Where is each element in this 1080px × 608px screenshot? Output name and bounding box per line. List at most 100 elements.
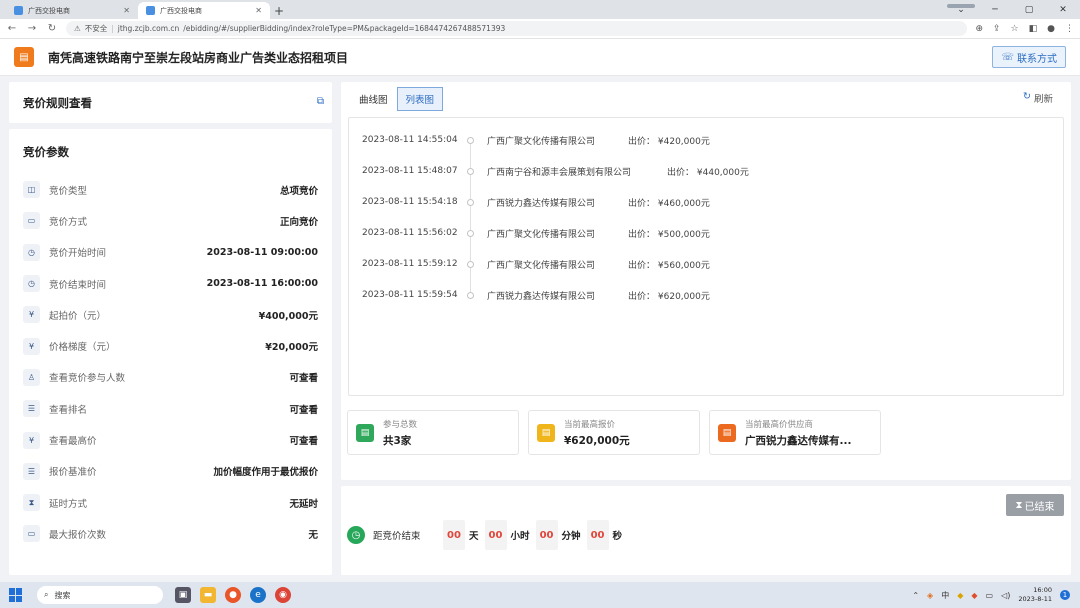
windows-taskbar: ⌕ 搜索 ▣ ▬ ● e ◉ ⌃ ◈ 中 ◆ ◆ ▭ ◁) 16:00 2023… <box>0 582 1080 608</box>
countdown-days-unit: 天 <box>469 531 479 542</box>
bid-timeline: 2023-08-11 14:55:04 广西广聚文化传播有限公司 出价： ¥420,… <box>348 117 1064 396</box>
stat-label: 当前最高价供应商 <box>745 419 814 430</box>
param-value: 2023-08-11 09:00:00 <box>206 246 318 258</box>
bid-company: 广西广聚文化传播有限公司 <box>487 136 596 147</box>
bid-record: 2023-08-11 15:48:07 广西南宁谷和源丰会展策划有限公司 出价： ¥… <box>349 164 1049 178</box>
volume-icon[interactable]: ◁) <box>1001 591 1010 600</box>
file-explorer-icon[interactable]: ▬ <box>200 587 216 603</box>
tag-icon: ◫ <box>23 181 40 199</box>
taskbar-clock[interactable]: 16:00 2023-8-11 <box>1018 586 1052 604</box>
param-value: 正向竞价 <box>279 216 318 228</box>
task-view-icon[interactable]: ▣ <box>175 587 191 603</box>
close-window-button[interactable]: ✕ <box>1046 0 1080 19</box>
bid-time: 2023-08-11 15:59:12 <box>362 259 458 269</box>
bid-record: 2023-08-11 15:59:12 广西广聚文化传播有限公司 出价： ¥560,… <box>349 257 1049 271</box>
param-row: ◷ 竞价结束时间 2023-08-11 16:00:00 <box>23 268 318 299</box>
countdown-hours-unit: 小时 <box>510 531 530 542</box>
contact-button[interactable]: ☏ 联系方式 <box>992 46 1066 68</box>
stat-value: 共3家 <box>383 434 412 447</box>
hourglass-icon: ⧗ <box>1015 499 1023 511</box>
reload-icon[interactable]: ↻ <box>46 23 58 34</box>
back-arrow-icon[interactable]: ← <box>6 23 18 34</box>
app-tray-icon[interactable]: ◈ <box>927 591 933 600</box>
chrome-icon[interactable]: ◉ <box>275 587 291 603</box>
bid-price: 出价： ¥440,000元 <box>667 165 749 178</box>
bid-price-label: 出价： <box>667 167 695 178</box>
param-label: 查看竞价参与人数 <box>49 373 126 385</box>
bid-company: 广西锐力鑫达传媒有限公司 <box>487 198 596 209</box>
param-row: ♙ 查看竞价参与人数 可查看 <box>23 362 318 393</box>
param-label: 查看排名 <box>49 404 88 416</box>
new-tab-button[interactable]: + <box>270 2 288 19</box>
menu-icon[interactable]: ⋮ <box>1065 24 1074 34</box>
param-label: 延时方式 <box>49 498 88 510</box>
params-panel: 竞价参数 ◫ 竞价类型 总项竞价 ▭ 竞价方式 正向竞价 ◷ 竞价开始时间 2023-08-11… <box>9 129 332 575</box>
param-row: ¥ 起拍价（元） ¥400,000元 <box>23 299 318 330</box>
tab-search-button[interactable]: ⌄ <box>944 0 978 19</box>
bookmark-star-icon[interactable]: ☆ <box>1011 24 1019 34</box>
stat-text: 参与总数 共3家 <box>383 418 417 448</box>
windows-start-icon[interactable] <box>9 588 23 602</box>
bid-time: 2023-08-11 14:55:04 <box>362 135 458 145</box>
yen-icon: ¥ <box>23 337 40 355</box>
site-favicon-icon <box>146 6 155 15</box>
bid-record: 2023-08-11 15:59:54 广西锐力鑫达传媒有限公司 出价： ¥620,… <box>349 288 1049 302</box>
timeline-dot <box>467 260 474 268</box>
ime-indicator[interactable]: 中 <box>941 590 949 601</box>
refresh-button[interactable]: ↻ 刷新 <box>1023 91 1053 105</box>
firefox-icon[interactable]: ● <box>225 587 241 603</box>
close-tab-icon[interactable]: ✕ <box>123 6 130 15</box>
yen-icon: ¥ <box>23 306 40 324</box>
bid-time: 2023-08-11 15:54:18 <box>362 197 458 207</box>
tab-list-chart[interactable]: 列表图 <box>396 87 444 111</box>
bid-company: 广西广聚文化传播有限公司 <box>487 260 596 271</box>
param-label: 竞价开始时间 <box>49 248 107 260</box>
chevron-up-icon[interactable]: ⌃ <box>912 591 919 600</box>
browser-tab[interactable]: 广西交投电商 ✕ <box>6 2 138 19</box>
stat-card: ▤ 当前最高价供应商 广西锐力鑫达传媒有... <box>709 410 881 455</box>
minimize-button[interactable]: ─ <box>978 0 1012 19</box>
param-list: ◫ 竞价类型 总项竞价 ▭ 竞价方式 正向竞价 ◷ 竞价开始时间 2023-08-11 09:0… <box>23 174 318 550</box>
countdown-hours: 00 <box>484 520 507 550</box>
page-title: 南凭高速铁路南宁至崇左段站房商业广告类业态招租项目 <box>48 50 349 65</box>
edge-icon[interactable]: e <box>250 587 266 603</box>
user-icon: ♙ <box>23 368 40 386</box>
bid-history-panel: 曲线图 列表图 ↻ 刷新 2023-08-11 14:55:04 广西广聚文化传播… <box>341 82 1071 480</box>
external-link-icon[interactable]: ⧉ <box>317 96 324 107</box>
zoom-icon[interactable]: ⊕ <box>975 24 983 34</box>
param-value: ¥20,000元 <box>265 342 318 354</box>
browser-tab-active[interactable]: 广西交投电商 ✕ <box>138 2 270 19</box>
close-tab-icon[interactable]: ✕ <box>255 6 262 15</box>
browser-tab-bar: 广西交投电商 ✕ 广西交投电商 ✕ + ⌄ ─ ▢ ✕ <box>0 0 1080 19</box>
tab-title: 广西交投电商 <box>28 6 70 15</box>
url-path: /ebidding/#/supplierBidding/index?roleTy… <box>183 24 506 33</box>
sidebar-icon[interactable]: ◧ <box>1029 24 1038 34</box>
notification-badge[interactable]: 1 <box>1060 590 1070 600</box>
countdown-label: 距竞价结束 <box>373 531 421 542</box>
refresh-icon: ↻ <box>1023 91 1031 102</box>
param-label: 起拍价（元） <box>49 310 107 322</box>
forward-arrow-icon[interactable]: → <box>26 23 38 34</box>
list-icon: ☰ <box>23 462 40 480</box>
tab-title: 广西交投电商 <box>160 6 202 15</box>
tray-app-icon[interactable]: ◆ <box>957 591 963 600</box>
divider: | <box>111 24 114 33</box>
tab-curve-chart[interactable]: 曲线图 <box>350 87 397 111</box>
clock-time: 16:00 <box>1033 586 1052 594</box>
bid-time: 2023-08-11 15:59:54 <box>362 290 458 300</box>
bid-company: 广西锐力鑫达传媒有限公司 <box>487 291 596 302</box>
param-row: ⧗ 延时方式 无延时 <box>23 487 318 518</box>
maximize-button[interactable]: ▢ <box>1012 0 1046 19</box>
bid-amount: ¥440,000元 <box>696 167 749 178</box>
bid-time: 2023-08-11 15:56:02 <box>362 228 458 238</box>
taskbar-search-input[interactable]: ⌕ 搜索 <box>37 586 163 604</box>
ended-button[interactable]: ⧗ 已结束 <box>1006 494 1064 516</box>
profile-icon[interactable]: ● <box>1047 24 1055 34</box>
stat-value: 广西锐力鑫达传媒有... <box>745 434 852 447</box>
search-icon: ⌕ <box>44 590 49 599</box>
url-input[interactable]: ⚠ 不安全 | jthg.zcjb.com.cn/ebidding/#/supp… <box>66 21 968 36</box>
tray-app-icon[interactable]: ◆ <box>971 591 977 600</box>
network-icon[interactable]: ▭ <box>986 591 994 600</box>
share-icon[interactable]: ⇪ <box>993 24 1001 34</box>
countdown-minutes: 00 <box>535 520 558 550</box>
